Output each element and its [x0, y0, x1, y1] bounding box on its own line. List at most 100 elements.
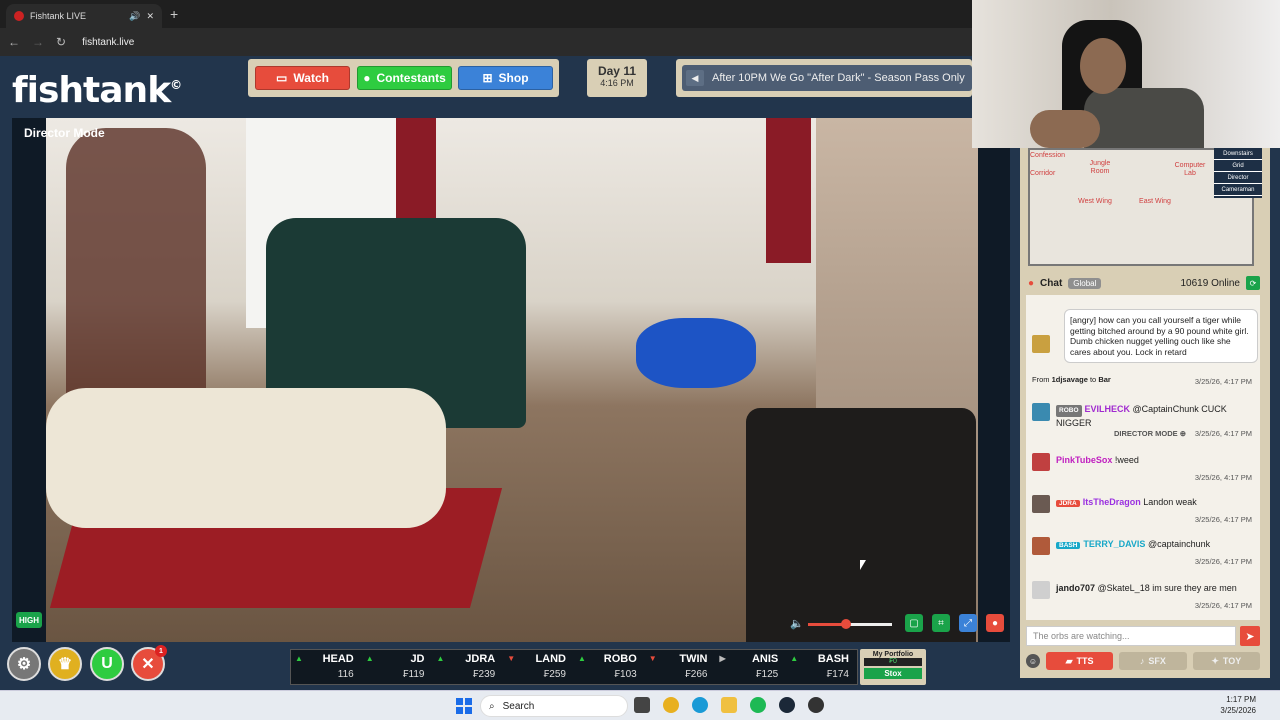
avatar	[1032, 403, 1050, 421]
toy-label: TOY	[1222, 656, 1242, 666]
tts-button[interactable]: ▰ TTS	[1045, 652, 1114, 670]
sfx-button[interactable]: ♪ SFX	[1119, 652, 1187, 670]
favicon-icon	[14, 11, 24, 21]
tools-button[interactable]: ✕ 1	[131, 645, 167, 681]
url-bar[interactable]: fishtank.live	[82, 37, 134, 48]
ticker-name: ROBO	[603, 653, 637, 665]
taskbar-search[interactable]: ⌕ Search	[480, 695, 628, 717]
chat-input[interactable]: The orbs are watching...	[1026, 626, 1236, 646]
back-icon[interactable]: ←	[8, 35, 20, 49]
notification-badge: 1	[155, 645, 167, 657]
day-indicator: Day 11 4:16 PM	[587, 59, 647, 97]
cast-icon[interactable]: ⌗	[932, 614, 950, 632]
team-tag: JDRA	[1056, 500, 1080, 507]
fishtank-logo[interactable]: fishtank©	[12, 70, 182, 111]
task-view-icon[interactable]	[634, 697, 650, 713]
to-user[interactable]: Bar	[1098, 375, 1111, 384]
system-clock[interactable]: 1:17 PM 3/25/2026	[1220, 694, 1256, 716]
chat-log[interactable]: [angry] how can you call yourself a tige…	[1026, 295, 1260, 620]
room-west-wing[interactable]: West Wing	[1070, 198, 1120, 206]
ticker-anis[interactable]: ▶ ANIS ₣125	[716, 650, 787, 684]
ticker-land[interactable]: ▼ LAND ₣259	[503, 650, 574, 684]
tab-mute-icon[interactable]: 🔊	[129, 11, 140, 22]
watch-button[interactable]: ▭ Watch	[255, 66, 350, 90]
contestants-button[interactable]: ● Contestants	[357, 66, 452, 90]
record-icon[interactable]: ●	[986, 614, 1004, 632]
crown-button[interactable]: ♛	[48, 647, 82, 681]
pip-icon[interactable]: ▢	[905, 614, 923, 632]
online-count: 10619 Online	[1180, 277, 1241, 289]
map-view-menu: Downstairs Grid Director Cameraman	[1214, 148, 1262, 198]
map-downstairs[interactable]: Downstairs	[1214, 148, 1262, 160]
ticker-name: HEAD	[322, 653, 354, 665]
person-icon: ●	[363, 71, 371, 85]
tab-close-icon[interactable]: ✕	[146, 11, 154, 22]
trend-down-icon: ▼	[648, 654, 657, 663]
room-jungle-room[interactable]: Jungle Room	[1080, 160, 1120, 176]
ticker-value: ₣125	[756, 669, 779, 680]
settings-button[interactable]: ⚙	[7, 647, 41, 681]
send-button[interactable]: ➤	[1240, 626, 1260, 646]
ticker-value: ₣259	[543, 669, 566, 680]
avatar	[1032, 335, 1050, 353]
day-label: Day 11	[597, 64, 637, 78]
reload-icon[interactable]: ↻	[56, 35, 66, 49]
portfolio-label: My Portfolio	[872, 651, 914, 658]
ticker-twin[interactable]: ▼ TWIN ₣266	[645, 650, 716, 684]
tts-from: From 1djsavage to Bar	[1032, 375, 1111, 384]
search-label: Search	[502, 700, 535, 712]
username[interactable]: TERRY_DAVIS	[1083, 539, 1145, 549]
windows-start-icon[interactable]	[456, 698, 472, 714]
chat-settings-icon[interactable]: ⟳	[1246, 276, 1260, 290]
volume-slider[interactable]	[808, 619, 892, 629]
fullscreen-icon[interactable]: ⤢	[959, 614, 977, 632]
stox-button[interactable]: Stox	[864, 668, 922, 679]
avatar	[1032, 537, 1050, 555]
volume-icon[interactable]: 🔈	[790, 617, 804, 630]
marquee-back-icon[interactable]: ◀	[686, 70, 704, 86]
steam-icon[interactable]	[779, 697, 795, 713]
browser-tab[interactable]: Fishtank LIVE 🔊 ✕	[6, 4, 162, 28]
toy-button[interactable]: ✦ TOY	[1192, 652, 1260, 670]
sound-icon: ♪	[1139, 656, 1145, 666]
chat-scope-toggle[interactable]: Global	[1068, 277, 1102, 289]
ticker-robo[interactable]: ▲ ROBO ₣103	[574, 650, 645, 684]
room-computer-lab[interactable]: Computer Lab	[1170, 162, 1210, 178]
room-corridor[interactable]: Corridor	[1030, 170, 1055, 178]
logo-text: fishtank	[12, 70, 171, 111]
new-tab-button[interactable]: +	[170, 6, 178, 22]
ticker-bash[interactable]: ▲ BASH ₣174	[786, 650, 857, 684]
username[interactable]: jando707	[1056, 583, 1095, 593]
room-east-wing[interactable]: East Wing	[1130, 198, 1180, 206]
from-user[interactable]: 1djsavage	[1052, 375, 1088, 384]
toy-icon: ✦	[1211, 655, 1219, 666]
ticker-jdra[interactable]: ▲ JDRA ₣239	[433, 650, 504, 684]
chrome-icon[interactable]	[663, 697, 679, 713]
username[interactable]: EVILHECK	[1085, 404, 1131, 414]
map-grid[interactable]: Grid	[1214, 160, 1262, 172]
ticker-head[interactable]: ▲ HEAD 116	[291, 650, 362, 684]
quality-badge[interactable]: HIGH	[16, 612, 42, 628]
sfx-label: SFX	[1148, 656, 1166, 666]
message-text: @SkateL_18 im sure they are men	[1097, 583, 1237, 593]
obs-icon[interactable]	[808, 697, 824, 713]
watch-label: Watch	[293, 71, 329, 85]
map-cameraman[interactable]: Cameraman	[1214, 184, 1262, 196]
username[interactable]: PinkTubeSox	[1056, 455, 1112, 465]
tv-icon: ▭	[276, 71, 288, 85]
emoji-icon[interactable]: ☺	[1026, 654, 1040, 668]
file-explorer-icon[interactable]	[721, 697, 737, 713]
live-camera-feed[interactable]	[46, 118, 978, 642]
message-text: !weed	[1114, 455, 1139, 465]
spotify-icon[interactable]	[750, 697, 766, 713]
mouse-cursor	[860, 560, 866, 570]
username[interactable]: ItsTheDragon	[1083, 497, 1141, 507]
ticker-jd[interactable]: ▲ JD ₣119	[362, 650, 433, 684]
map-director[interactable]: Director	[1214, 172, 1262, 184]
forward-icon[interactable]: →	[32, 35, 44, 49]
tts-label: TTS	[1076, 656, 1094, 666]
shop-button[interactable]: ⊞ Shop	[458, 66, 553, 90]
edge-icon[interactable]	[692, 697, 708, 713]
room-confession[interactable]: Confession	[1030, 152, 1065, 160]
magnet-button[interactable]: U	[90, 647, 124, 681]
